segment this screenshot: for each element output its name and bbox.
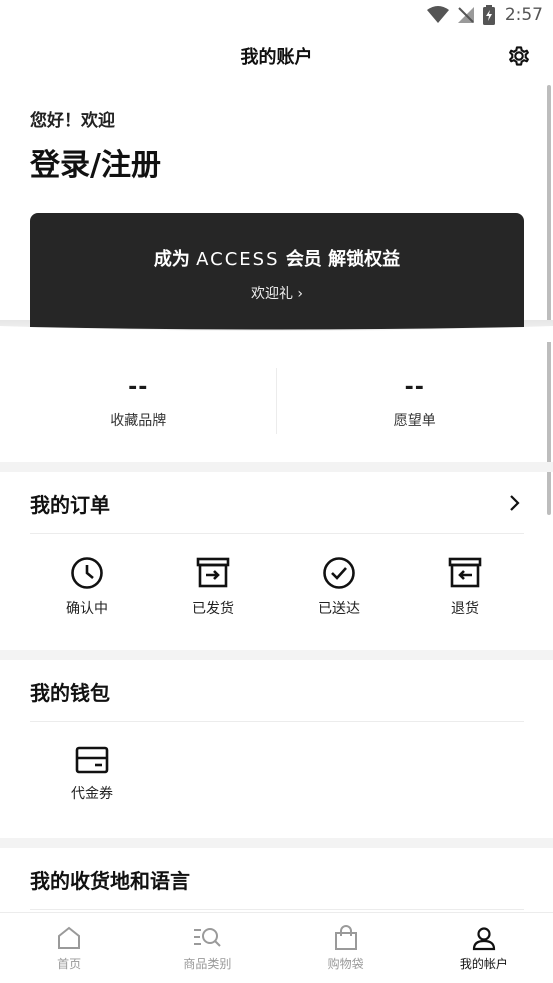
check-circle-icon [323,557,355,589]
clock-icon [71,557,103,589]
voucher-label: 代金券 [71,786,113,802]
order-status-confirming[interactable]: 确认中 [37,556,137,618]
divider [30,909,524,910]
home-icon [58,926,81,949]
no-signal-icon [457,7,474,23]
order-status-delivered[interactable]: 已送达 [289,556,389,618]
section-gap [0,462,553,472]
favorite-brands-label: 收藏品牌 [110,413,167,429]
app-header: 我的账户 [0,30,553,82]
tab-categories-label: 商品类别 [183,957,232,971]
order-status-label: 确认中 [66,601,108,617]
wifi-icon [426,6,449,23]
shopping-bag-icon [334,925,357,950]
divider [30,533,524,534]
divider [30,721,524,722]
member-banner-title: 成为 ACCESS 会员 解锁权益 [154,245,400,271]
tab-categories[interactable]: 商品类别 [138,913,276,983]
wallet-title[interactable]: 我的钱包 [30,677,110,706]
address-language-title[interactable]: 我的收货地和语言 [30,865,190,894]
tab-home[interactable]: 首页 [0,913,138,983]
chevron-right-icon[interactable] [508,493,522,513]
login-register-link[interactable]: 登录/注册 [30,140,161,184]
order-status-label: 已送达 [318,601,360,617]
favorite-brands-count: -- [128,375,149,400]
tab-shopping-bag-label: 购物袋 [327,957,364,971]
member-suffix: 会员 解锁权益 [285,249,401,270]
welcome-gift-link[interactable]: 欢迎礼 › [251,283,303,303]
wallet-voucher[interactable]: 代金券 [42,745,142,803]
wishlist-label: 愿望单 [393,413,436,429]
card-curve [0,320,553,342]
status-bar: 2:57 [0,0,553,30]
stats-divider [276,368,277,434]
bottom-tab-bar: 首页 商品类别 购物袋 我的帐户 [0,912,553,983]
tab-home-label: 首页 [57,957,82,971]
member-banner[interactable]: 成为 ACCESS 会员 解锁权益 欢迎礼 › [30,213,524,331]
favorite-brands-stat[interactable]: -- 收藏品牌 [0,345,277,462]
section-gap [0,650,553,660]
battery-icon [482,5,495,25]
order-status-label: 已发货 [192,601,234,617]
section-gap [0,838,553,848]
clock-time: 2:57 [504,5,543,25]
member-prefix: 成为 [153,249,190,270]
access-brand: ACCESS [196,249,280,270]
voucher-icon [75,746,109,774]
order-status-shipped[interactable]: 已发货 [163,556,263,618]
tab-my-account[interactable]: 我的帐户 [415,913,553,983]
tab-shopping-bag[interactable]: 购物袋 [277,913,415,983]
wishlist-stat[interactable]: -- 愿望单 [277,345,553,462]
greeting-text: 您好！欢迎 [30,111,115,131]
wishlist-count: -- [404,375,425,400]
user-icon [472,927,495,951]
order-status-label: 退货 [451,601,479,617]
category-search-icon [194,928,222,947]
order-status-returns[interactable]: 退货 [415,556,515,618]
box-return-icon [448,557,482,588]
gear-icon[interactable] [505,42,533,70]
tab-my-account-label: 我的帐户 [459,957,508,971]
orders-title[interactable]: 我的订单 [30,489,110,518]
page-title: 我的账户 [240,47,313,68]
box-out-icon [196,557,230,588]
